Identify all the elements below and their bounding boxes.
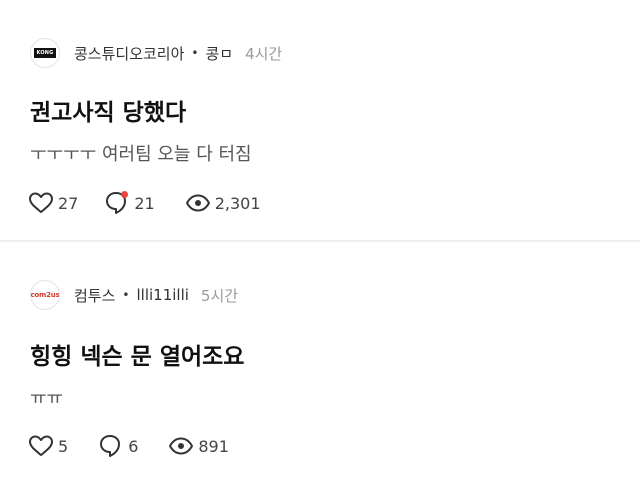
author-name[interactable]: 콩ㅁ [205,43,233,64]
comment-button[interactable]: 6 [98,433,138,459]
post-meta: com2us 컴투스 • llli11illi 5시간 [30,280,238,310]
views-count: 2,301 [214,193,261,213]
speech-bubble-icon [100,435,121,457]
post-body[interactable]: ㅠㅠ [30,384,63,410]
com2us-logo-mark: com2us [30,291,60,299]
company-logo[interactable]: com2us [30,280,60,310]
like-button[interactable]: 27 [28,191,78,215]
views-stat: 891 [168,435,229,457]
heart-icon [29,192,53,213]
views-count: 891 [198,436,229,456]
post-title[interactable]: 권고사직 당했다 [30,93,186,127]
speech-bubble-icon [106,191,129,214]
heart-icon [29,435,53,456]
post-card[interactable]: com2us 컴투스 • llli11illi 5시간 힝힝 넥슨 문 열어조요… [0,242,640,495]
views-stat: 2,301 [185,192,261,214]
like-count: 5 [58,436,69,456]
eye-icon [169,437,194,455]
post-stats: 5 6 891 [28,433,229,459]
post-meta: KONG 콩스튜디오코리아 • 콩ㅁ 4시간 [30,38,282,68]
company-name[interactable]: 컴투스 [74,285,115,306]
kong-logo-mark: KONG [34,48,56,58]
post-time: 4시간 [245,44,283,63]
company-name[interactable]: 콩스튜디오코리아 [74,43,184,64]
post-stats: 27 21 2,301 [28,190,261,216]
separator-dot: • [191,46,199,60]
eye-icon [185,194,210,212]
like-button[interactable]: 5 [28,434,68,458]
post-body[interactable]: ㅜㅜㅜㅜ 여러팀 오늘 다 터짐 [30,140,252,166]
company-logo[interactable]: KONG [30,38,60,68]
separator-dot: • [122,288,130,302]
post-title[interactable]: 힝힝 넥슨 문 열어조요 [30,337,244,371]
new-comment-dot [121,191,129,198]
post-card[interactable]: KONG 콩스튜디오코리아 • 콩ㅁ 4시간 권고사직 당했다 ㅜㅜㅜㅜ 여러팀… [0,0,640,240]
author-name[interactable]: llli11illi [136,286,188,304]
post-time: 5시간 [200,286,239,305]
comment-count: 6 [128,436,139,456]
comment-button[interactable]: 21 [104,190,155,216]
like-count: 27 [58,193,79,213]
comment-count: 21 [134,193,155,213]
